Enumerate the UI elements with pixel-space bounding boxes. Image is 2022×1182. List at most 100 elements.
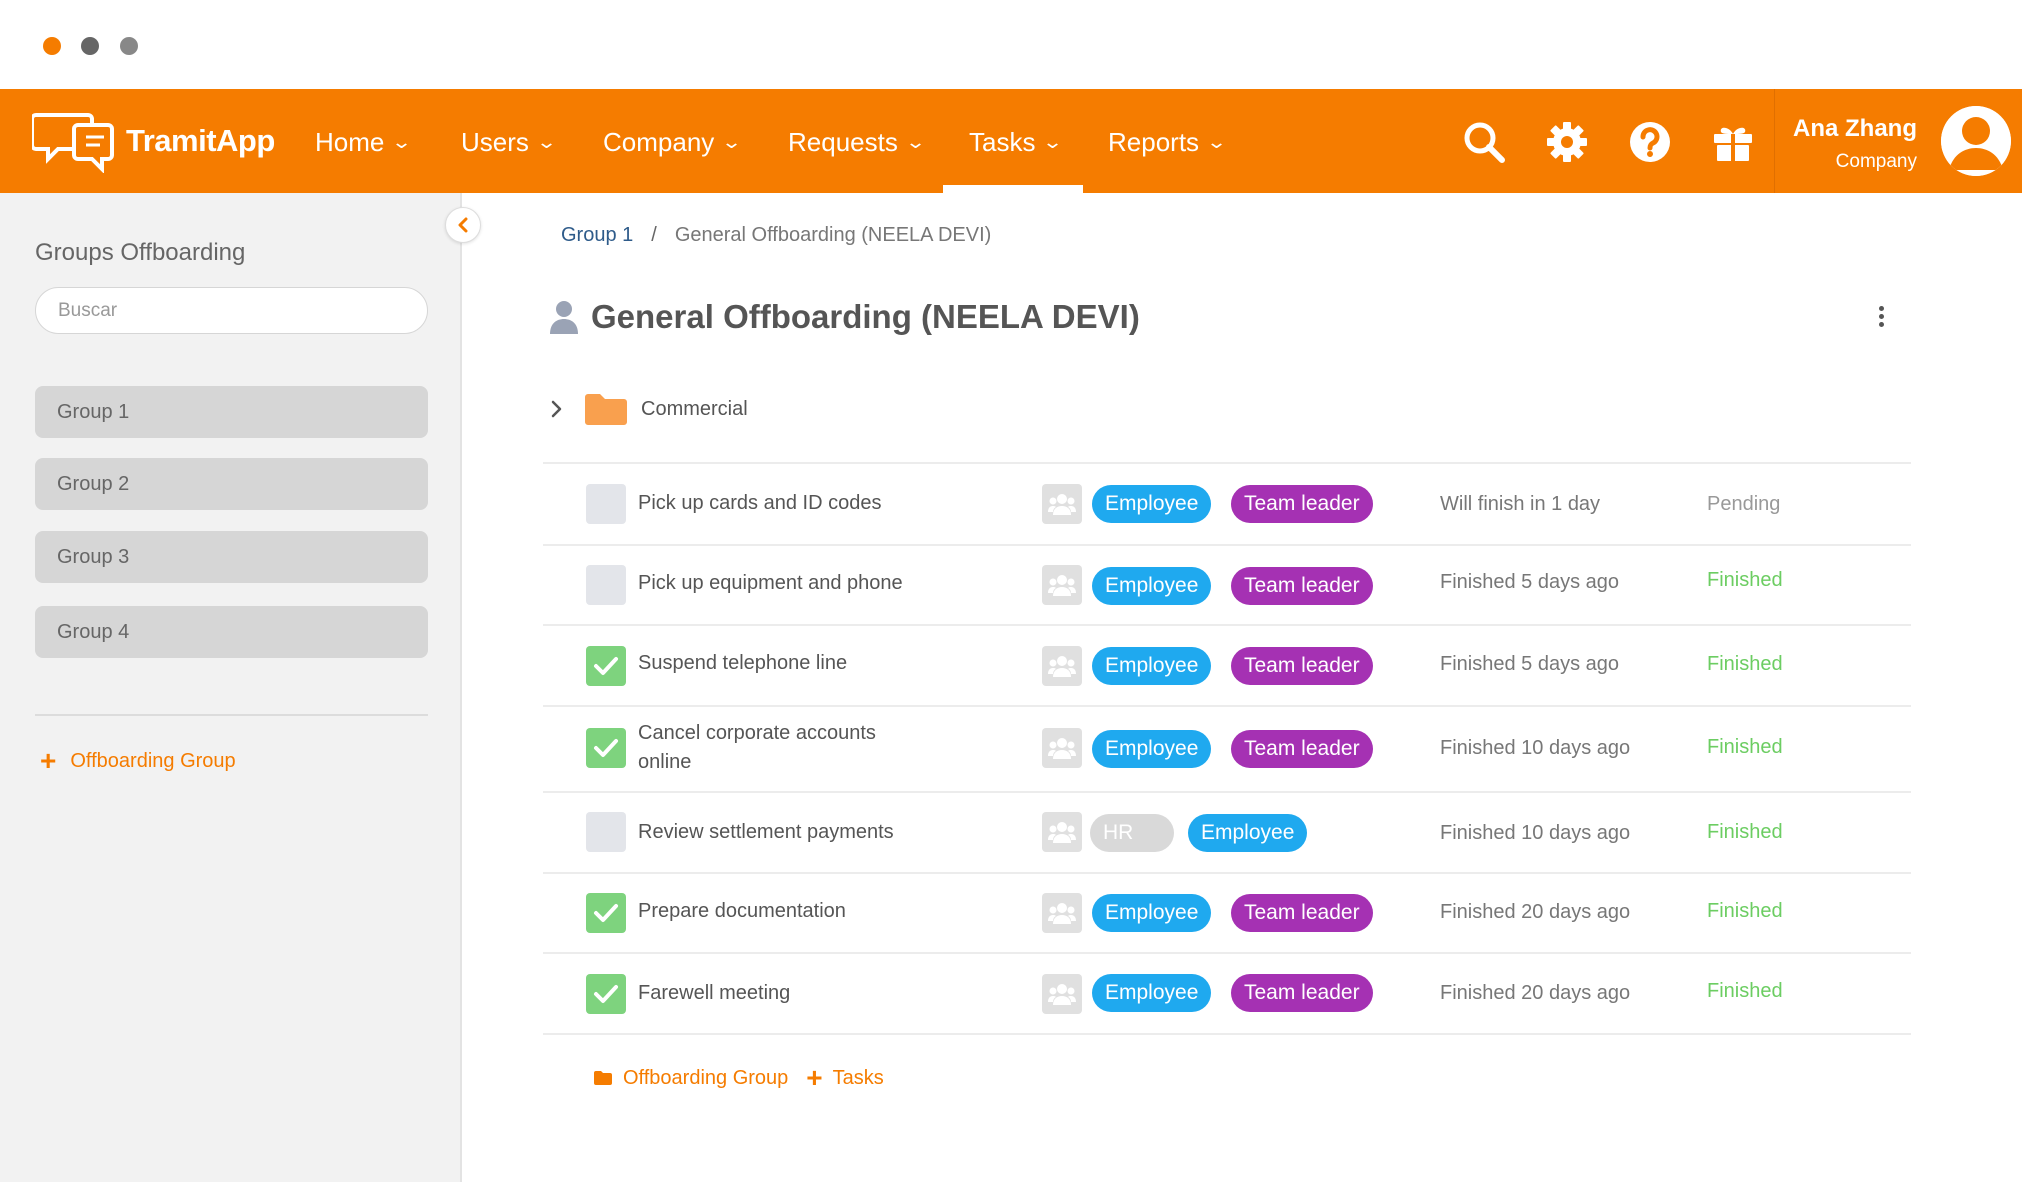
chevron-down-icon: ⌄ xyxy=(904,132,926,152)
task-checkbox[interactable] xyxy=(586,812,626,852)
role-badge-employee[interactable]: Employee xyxy=(1092,730,1212,768)
role-badge-employee[interactable]: Employee xyxy=(1092,974,1212,1012)
status-badge: Finished xyxy=(1707,821,1783,843)
nav-reports[interactable]: Reports ⌄ xyxy=(1108,127,1227,158)
checkmark-icon xyxy=(594,739,618,757)
page-header: General Offboarding (NEELA DEVI) xyxy=(549,298,1140,336)
nav-users[interactable]: Users ⌄ xyxy=(461,127,558,158)
role-badge-employee[interactable]: Employee xyxy=(1188,814,1308,852)
sidebar-title: Groups Offboarding xyxy=(35,239,246,266)
top-navbar: TramitApp Home ⌄ Users ⌄ Company ⌄ Requests… xyxy=(0,89,2022,193)
task-name: Cancel corporate accounts online xyxy=(638,722,876,773)
footer-tasks-label: Tasks xyxy=(832,1066,884,1089)
task-checkbox[interactable] xyxy=(586,974,626,1014)
task-checkbox[interactable] xyxy=(586,484,626,524)
user-name: Ana Zhang xyxy=(1793,115,1917,142)
nav-tasks-label: Tasks xyxy=(969,127,1036,157)
sidebar: Groups Offboarding Group 1 Group 2 Group… xyxy=(0,193,462,1182)
nav-requests-label: Requests xyxy=(788,127,898,157)
brand-logo[interactable]: TramitApp xyxy=(32,109,275,173)
sidebar-item-group-1[interactable]: Group 1 xyxy=(35,386,428,438)
user-menu[interactable]: Ana Zhang Company xyxy=(1774,89,2022,193)
task-checkbox[interactable] xyxy=(586,893,626,933)
search-icon[interactable] xyxy=(1461,119,1507,165)
help-icon[interactable] xyxy=(1627,119,1673,165)
task-name: Prepare documentation xyxy=(638,900,846,922)
chevron-right-icon xyxy=(551,400,562,418)
task-checkbox[interactable] xyxy=(586,646,626,686)
avatar[interactable] xyxy=(1941,106,2011,176)
task-due: Finished 5 days ago xyxy=(1440,571,1620,593)
nav-home[interactable]: Home ⌄ xyxy=(315,127,413,158)
group-icon xyxy=(1042,812,1082,852)
chevron-down-icon: ⌄ xyxy=(391,132,413,152)
table-row: Suspend telephone line Employee Team lea… xyxy=(543,625,1911,705)
nav-requests[interactable]: Requests ⌄ xyxy=(788,127,926,158)
window-close-button[interactable] xyxy=(43,37,61,55)
breadcrumb-group-link[interactable]: Group 1 xyxy=(561,224,633,247)
window-maximize-button[interactable] xyxy=(120,37,138,55)
task-due: Finished 20 days ago xyxy=(1440,901,1631,923)
breadcrumb-current: General Offboarding (NEELA DEVI) xyxy=(674,224,992,246)
sidebar-item-group-4[interactable]: Group 4 xyxy=(35,606,428,658)
nav-company[interactable]: Company ⌄ xyxy=(603,127,743,158)
role-badge-team-leader[interactable]: Team leader xyxy=(1231,974,1373,1012)
table-row: Cancel corporate accounts online Employe… xyxy=(543,706,1911,791)
checkmark-icon xyxy=(594,985,618,1003)
role-badge-team-leader[interactable]: Team leader xyxy=(1231,567,1373,605)
role-badge-team-leader[interactable]: Team leader xyxy=(1231,647,1373,685)
group-icon xyxy=(1042,646,1082,686)
add-offboarding-group-link[interactable]: Offboarding Group xyxy=(593,1067,788,1090)
footer-actions: Offboarding Group + Tasks xyxy=(593,1064,884,1092)
chevron-down-icon: ⌄ xyxy=(535,132,558,152)
task-due: Finished 20 days ago xyxy=(1440,982,1631,1004)
nav-home-label: Home xyxy=(315,127,385,157)
sidebar-item-group-2[interactable]: Group 2 xyxy=(35,458,428,510)
role-badge-employee[interactable]: Employee xyxy=(1092,894,1212,932)
chevron-down-icon: ⌄ xyxy=(721,132,743,152)
more-options-icon[interactable] xyxy=(1871,306,1891,332)
add-group-label: Offboarding Group xyxy=(70,749,236,772)
group-icon xyxy=(1042,728,1082,768)
role-badge-team-leader[interactable]: Team leader xyxy=(1231,730,1373,768)
nav-company-label: Company xyxy=(603,127,715,157)
nav-users-label: Users xyxy=(461,127,529,157)
checkmark-icon xyxy=(594,657,618,675)
chevron-down-icon: ⌄ xyxy=(1042,132,1064,152)
role-badge-employee[interactable]: Employee xyxy=(1092,647,1212,685)
nav-active-indicator xyxy=(943,185,1083,193)
plus-icon: + xyxy=(40,745,57,776)
folder-commercial[interactable]: Commercial xyxy=(545,392,748,426)
add-offboarding-group-button[interactable]: + Offboarding Group xyxy=(40,747,236,775)
nav-tasks[interactable]: Tasks ⌄ xyxy=(969,127,1064,158)
add-task-button[interactable]: + Tasks xyxy=(806,1064,883,1092)
sidebar-item-group-3[interactable]: Group 3 xyxy=(35,531,428,583)
chat-bubbles-icon xyxy=(32,113,114,173)
collapse-sidebar-button[interactable] xyxy=(445,207,481,243)
task-due: Will finish in 1 day xyxy=(1440,493,1601,515)
window-titlebar xyxy=(0,0,2022,89)
gift-icon[interactable] xyxy=(1710,119,1756,165)
task-checkbox[interactable] xyxy=(586,565,626,605)
status-badge: Finished xyxy=(1707,569,1783,591)
user-avatar-icon xyxy=(1941,106,2011,176)
user-role: Company xyxy=(1835,151,1917,172)
table-row: Prepare documentation Employee Team lead… xyxy=(543,873,1911,952)
search-input[interactable] xyxy=(35,287,428,334)
group-icon xyxy=(1042,974,1082,1014)
window-minimize-button[interactable] xyxy=(81,37,99,55)
task-checkbox[interactable] xyxy=(586,728,626,768)
task-name: Pick up cards and ID codes xyxy=(638,492,882,514)
role-badge-team-leader[interactable]: Team leader xyxy=(1231,894,1373,932)
role-badge-employee[interactable]: Employee xyxy=(1092,567,1212,605)
group-icon xyxy=(1042,893,1082,933)
role-badge-hr[interactable]: HR xyxy=(1090,814,1174,852)
role-badge-employee[interactable]: Employee xyxy=(1092,485,1212,523)
folder-icon xyxy=(594,1071,612,1085)
role-badge-team-leader[interactable]: Team leader xyxy=(1231,485,1373,523)
group-icon xyxy=(1042,565,1082,605)
table-row: Farewell meeting Employee Team leader Fi… xyxy=(543,953,1911,1033)
gear-icon[interactable] xyxy=(1544,119,1590,165)
task-name: Review settlement payments xyxy=(638,821,894,843)
task-name: Pick up equipment and phone xyxy=(638,572,903,594)
